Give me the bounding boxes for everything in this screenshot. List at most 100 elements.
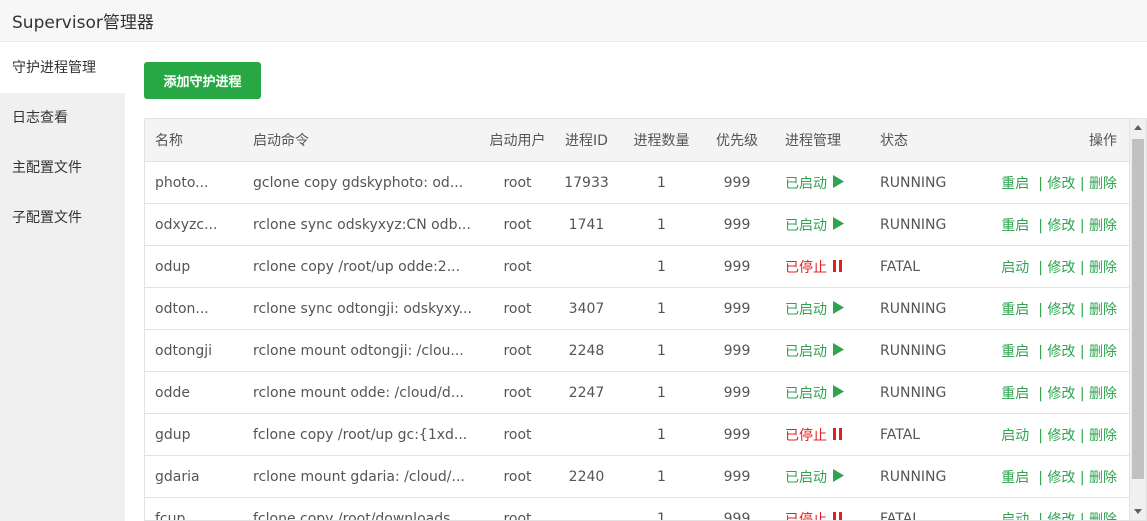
process-status: RUNNING [880,455,990,498]
process-pid: 2240 [549,455,624,498]
play-icon[interactable] [833,301,844,318]
process-priority: 999 [699,161,775,204]
table-row: gdaria rclone mount gdaria: /cloud/... roo… [145,455,1130,498]
sidebar-item-log-view[interactable]: 日志查看 [0,93,125,143]
header-user: 启动用户 [486,119,549,162]
sidebar-item-process-management[interactable]: 守护进程管理 [0,43,125,93]
process-status: RUNNING [880,329,990,372]
delete-button[interactable]: 删除 [1089,512,1117,521]
separator: | [1075,427,1089,444]
delete-button[interactable]: 删除 [1089,344,1117,360]
play-icon[interactable] [833,385,844,402]
edit-button[interactable]: 修改 [1047,470,1075,486]
process-pid: 3407 [549,287,624,330]
header-process-count: 进程数量 [624,119,699,162]
restart-button[interactable]: 重启 [1001,470,1029,486]
process-command: fclone copy /root/downloads... [253,510,464,521]
restart-button[interactable]: 重启 [1001,302,1029,318]
process-state-label: 已停止 [785,511,827,521]
table-row: odton... rclone sync odtongji: odskyxy...… [145,287,1130,330]
pause-icon[interactable] [833,511,842,520]
process-count: 1 [624,455,699,498]
delete-button[interactable]: 删除 [1089,428,1117,444]
scroll-down-arrow-icon[interactable] [1130,503,1146,520]
delete-button[interactable]: 删除 [1089,218,1117,234]
edit-button[interactable]: 修改 [1047,344,1075,360]
process-command: rclone mount odtongji: /clou... [253,342,464,359]
table-row: gdup fclone copy /root/up gc:{1xd... root 1… [145,413,1130,456]
play-icon[interactable] [833,469,844,486]
process-name: gdup [155,426,191,443]
process-count: 1 [624,287,699,330]
start-button[interactable]: 启动 [1001,428,1029,444]
process-command: rclone sync odskyxyz:CN odb... [253,216,471,233]
process-priority: 999 [699,413,775,456]
separator: | [1075,301,1089,318]
process-pid [549,245,624,288]
process-status: RUNNING [880,203,990,246]
table-row: odxyzc... rclone sync odskyxyz:CN odb... r… [145,203,1130,246]
sidebar-item-main-config[interactable]: 主配置文件 [0,143,125,193]
process-pid: 1741 [549,203,624,246]
delete-button[interactable]: 删除 [1089,386,1117,402]
process-pid [549,497,624,520]
edit-button[interactable]: 修改 [1047,176,1075,192]
header-status: 状态 [880,119,990,162]
separator: | [1029,427,1048,444]
process-command: rclone mount gdaria: /cloud/... [253,468,465,485]
edit-button[interactable]: 修改 [1047,260,1075,276]
add-process-button[interactable]: 添加守护进程 [144,62,261,99]
play-icon[interactable] [833,175,844,192]
separator: | [1029,385,1048,402]
process-user: root [486,455,549,498]
sidebar-item-sub-config[interactable]: 子配置文件 [0,193,125,243]
delete-button[interactable]: 删除 [1089,260,1117,276]
start-button[interactable]: 启动 [1001,512,1029,521]
process-name: odton... [155,300,209,317]
header-command: 启动命令 [242,119,486,162]
restart-button[interactable]: 重启 [1001,386,1029,402]
process-count: 1 [624,371,699,414]
scrollbar-thumb[interactable] [1132,139,1144,479]
start-button[interactable]: 启动 [1001,260,1029,276]
process-pid: 2247 [549,371,624,414]
pause-icon[interactable] [833,259,842,276]
process-count: 1 [624,329,699,372]
process-command: rclone mount odde: /cloud/d... [253,384,465,401]
edit-button[interactable]: 修改 [1047,218,1075,234]
scroll-up-arrow-icon[interactable] [1130,119,1146,136]
delete-button[interactable]: 删除 [1089,176,1117,192]
edit-button[interactable]: 修改 [1047,512,1075,521]
edit-button[interactable]: 修改 [1047,302,1075,318]
process-name: odde [155,384,190,401]
separator: | [1029,301,1048,318]
separator: | [1075,175,1089,192]
separator: | [1029,217,1048,234]
process-state-label: 已启动 [785,385,827,402]
process-count: 1 [624,161,699,204]
process-state-label: 已启动 [785,343,827,360]
process-user: root [486,287,549,330]
process-command: fclone copy /root/up gc:{1xd... [253,426,468,443]
pause-icon[interactable] [833,427,842,444]
process-name: photo... [155,174,209,191]
restart-button[interactable]: 重启 [1001,344,1029,360]
process-user: root [486,413,549,456]
process-name: odup [155,258,191,275]
vertical-scrollbar[interactable] [1129,119,1146,520]
process-name: gdaria [155,468,200,485]
restart-button[interactable]: 重启 [1001,176,1029,192]
play-icon[interactable] [833,217,844,234]
edit-button[interactable]: 修改 [1047,386,1075,402]
process-user: root [486,371,549,414]
process-priority: 999 [699,203,775,246]
delete-button[interactable]: 删除 [1089,302,1117,318]
process-count: 1 [624,413,699,456]
play-icon[interactable] [833,343,844,360]
sidebar-item-label: 守护进程管理 [12,60,96,76]
delete-button[interactable]: 删除 [1089,470,1117,486]
separator: | [1029,343,1048,360]
process-status: RUNNING [880,287,990,330]
restart-button[interactable]: 重启 [1001,218,1029,234]
edit-button[interactable]: 修改 [1047,428,1075,444]
